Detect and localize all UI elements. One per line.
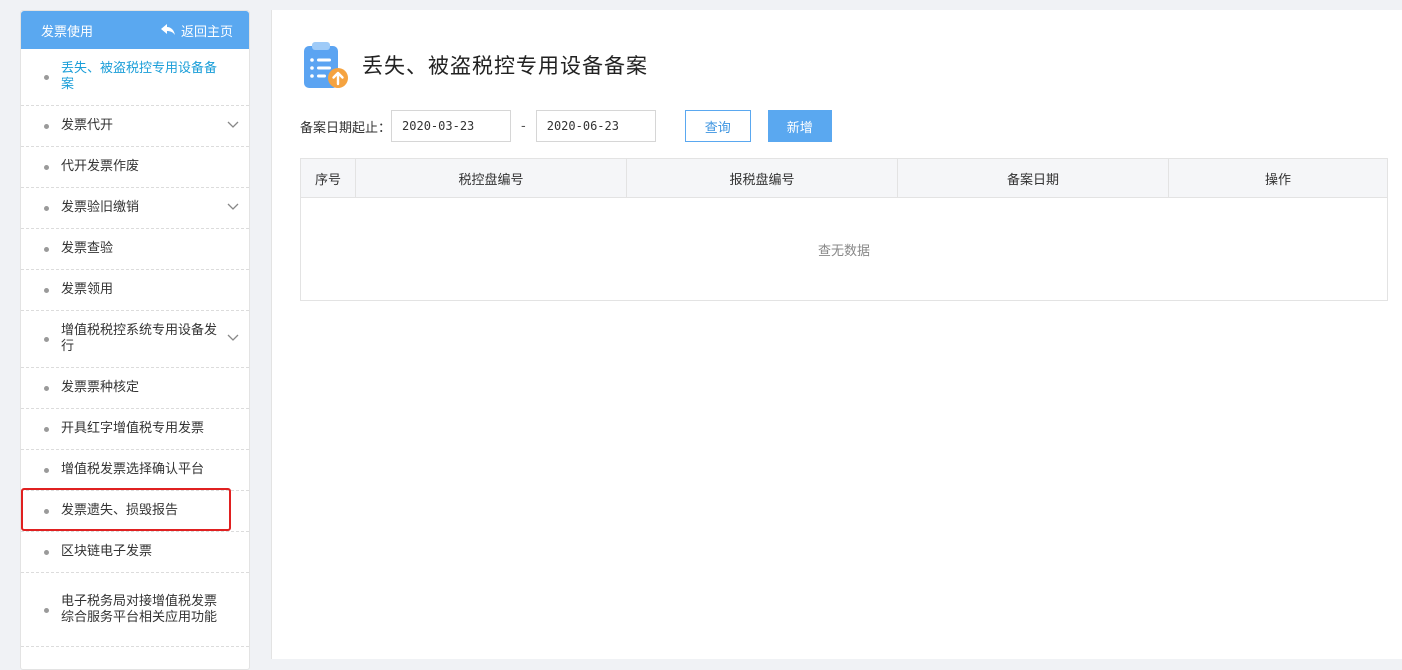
chevron-down-icon: [227, 203, 239, 210]
sidebar-item-label: 发票代开: [61, 118, 114, 133]
bullet-dot: [44, 468, 49, 473]
sidebar-title: 发票使用: [41, 24, 94, 40]
sidebar-item-label: 区块链电子发票: [61, 544, 153, 559]
back-home-link[interactable]: 返回主页: [160, 21, 233, 40]
reply-arrow-icon: [160, 24, 175, 35]
sidebar-item-invoice-receive[interactable]: 发票领用: [21, 270, 249, 311]
bullet-dot: [44, 427, 49, 432]
date-filter: 备案日期起止： - 查询 新增: [300, 110, 832, 142]
bullet-dot: [44, 75, 49, 80]
sidebar-item-invoice-issuing[interactable]: 发票代开: [21, 106, 249, 147]
clipboard-upload-icon: [304, 42, 348, 88]
column-header-index: 序号: [301, 159, 356, 197]
bullet-dot: [44, 247, 49, 252]
sidebar-item-blockchain-invoice[interactable]: 区块链电子发票: [21, 532, 249, 573]
sidebar-item-etax-vat-platform[interactable]: 电子税务局对接增值税发票综合服务平台相关应用功能: [21, 573, 249, 647]
sidebar-item-vat-confirm-platform[interactable]: 增值税发票选择确认平台: [21, 450, 249, 491]
bullet-dot: [44, 550, 49, 555]
table-header: 序号 税控盘编号 报税盘编号 备案日期 操作: [301, 159, 1387, 198]
bullet-dot: [44, 607, 49, 613]
sidebar-item-invoice-verify-cancel[interactable]: 发票验旧缴销: [21, 188, 249, 229]
page-header: 丢失、被盗税控专用设备备案: [300, 40, 648, 90]
sidebar-item-red-vat-invoice[interactable]: 开具红字增值税专用发票: [21, 409, 249, 450]
add-button[interactable]: 新增: [767, 110, 832, 142]
sidebar-item-label: 代开发票作废: [61, 159, 140, 174]
bullet-dot: [44, 288, 49, 293]
start-date-input[interactable]: [391, 110, 512, 142]
sidebar: 发票使用 返回主页 丢失、被盗税控专用设备备案 发票代开 代开发票作废 发票验旧…: [20, 10, 250, 670]
column-header-report-disk-no: 报税盘编号: [627, 159, 898, 197]
sidebar-item-label: 丢失、被盗税控专用设备备案: [61, 61, 218, 92]
sidebar-item-label: 增值税税控系统专用设备发行: [61, 323, 218, 354]
main-content: 丢失、被盗税控专用设备备案 备案日期起止： - 查询 新增 序号 税控盘编号 报…: [271, 10, 1402, 659]
sidebar-item-lost-device-filing[interactable]: 丢失、被盗税控专用设备备案: [21, 49, 249, 106]
bullet-dot: [44, 206, 49, 211]
date-range-label: 备案日期起止：: [300, 120, 392, 136]
bullet-dot: [44, 509, 49, 514]
bullet-dot: [44, 337, 49, 342]
sidebar-item-vat-device-issue[interactable]: 增值税税控系统专用设备发行: [21, 311, 249, 368]
sidebar-item-void-issued-invoice[interactable]: 代开发票作废: [21, 147, 249, 188]
sidebar-item-invoice-type-approval[interactable]: 发票票种核定: [21, 368, 249, 409]
sidebar-item-label: 发票领用: [61, 282, 114, 297]
back-home-label: 返回主页: [180, 24, 233, 40]
end-date-input[interactable]: [535, 110, 656, 142]
chevron-down-icon: [227, 121, 239, 128]
query-button[interactable]: 查询: [684, 110, 751, 142]
sidebar-item-label: 发票遗失、损毁报告: [61, 503, 179, 518]
sidebar-menu: 丢失、被盗税控专用设备备案 发票代开 代开发票作废 发票验旧缴销 发票查验 发票…: [21, 49, 249, 647]
sidebar-item-label: 增值税发票选择确认平台: [61, 462, 205, 477]
sidebar-item-label: 发票查验: [61, 241, 114, 256]
column-header-actions: 操作: [1264, 172, 1291, 188]
bullet-dot: [44, 386, 49, 391]
date-separator: -: [521, 118, 526, 134]
empty-state-text: 查无数据: [817, 243, 870, 259]
sidebar-item-invoice-check[interactable]: 发票查验: [21, 229, 249, 270]
chevron-down-icon: [227, 334, 239, 341]
records-table: 序号 税控盘编号 报税盘编号 备案日期 操作 查无数据: [300, 158, 1388, 301]
sidebar-item-label: 开具红字增值税专用发票: [61, 421, 205, 436]
column-header-filing-date: 备案日期: [898, 159, 1169, 197]
page-title: 丢失、被盗税控专用设备备案: [362, 54, 648, 78]
sidebar-item-label: 发票验旧缴销: [61, 200, 140, 215]
column-header-tax-disk-no: 税控盘编号: [356, 159, 627, 197]
sidebar-item-label: 电子税务局对接增值税发票综合服务平台相关应用功能: [61, 593, 218, 625]
sidebar-item-invoice-loss-report[interactable]: 发票遗失、损毁报告: [21, 491, 249, 532]
bullet-dot: [44, 165, 49, 170]
sidebar-item-label: 发票票种核定: [61, 380, 140, 395]
bullet-dot: [44, 124, 49, 129]
sidebar-header: 发票使用 返回主页: [21, 11, 249, 49]
